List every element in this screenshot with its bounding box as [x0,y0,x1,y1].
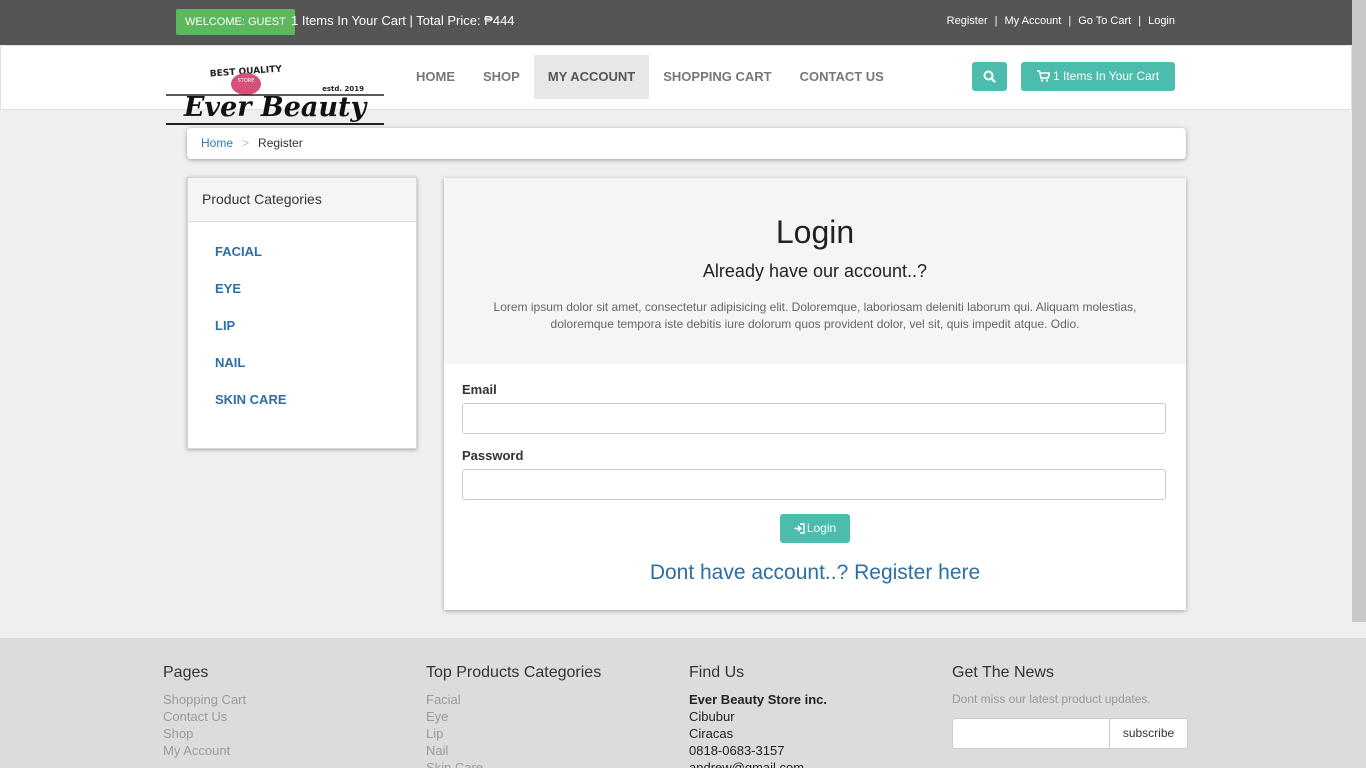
subscribe-row: subscribe [952,718,1188,749]
footer-link-shop[interactable]: Shop [163,725,246,742]
login-card: Login Already have our account..? Lorem … [444,178,1186,610]
panel-title: Product Categories [188,178,416,222]
separator: | [1138,15,1142,27]
register-link[interactable]: Dont have account..? Register here [462,560,1168,586]
footer-category-eye[interactable]: Eye [426,708,601,725]
sign-in-icon [794,523,805,534]
top-links: Register | My Account | Go To Cart | Login [947,14,1175,28]
top-link-go-to-cart[interactable]: Go To Cart [1078,15,1131,27]
shopping-cart-icon [1036,70,1051,82]
footer-link-contact-us[interactable]: Contact Us [163,708,246,725]
separator: | [1068,15,1072,27]
login-title: Login [775,214,855,250]
footer-category-lip[interactable]: Lip [426,725,601,742]
breadcrumb-current: Register [258,136,303,150]
category-eye[interactable]: EYE [215,270,416,307]
login-button[interactable]: Login [780,514,850,543]
nav-my-account[interactable]: MY ACCOUNT [533,55,650,99]
footer-find-us-title: Find Us [689,664,745,681]
search-icon [983,70,996,83]
category-skin-care[interactable]: SKIN CARE [215,381,416,418]
footer-link-shopping-cart[interactable]: Shopping Cart [163,691,246,708]
footer-address-line: Ciracas [689,726,734,741]
top-link-register[interactable]: Register [947,15,988,27]
nav-home[interactable]: HOME [402,55,469,99]
password-label: Password [462,448,524,463]
category-nail[interactable]: NAIL [215,344,416,381]
password-field[interactable] [462,469,1166,500]
top-bar: WELCOME: GUEST 1 Items In Your Cart | To… [0,0,1352,45]
breadcrumb: Home > Register [187,128,1186,159]
footer-newsletter: Get The News Dont miss our latest produc… [952,664,1188,749]
subscribe-button[interactable]: subscribe [1109,718,1188,749]
nav-shop[interactable]: SHOP [469,55,534,99]
footer-category-skin-care[interactable]: Skin Care [426,759,601,768]
welcome-badge: WELCOME: GUEST [176,9,295,35]
login-form: Email Password Login Dont have account..… [444,382,1186,586]
nav-shopping-cart[interactable]: SHOPPING CART [649,55,785,99]
footer-find-us: Find Us Ever Beauty Store inc. Cibubur C… [689,664,827,768]
footer-categories: Top Products Categories Facial Eye Lip N… [426,664,601,768]
footer-pages-title: Pages [163,664,209,681]
footer-phone: 0818-0683-3157 [689,743,785,758]
footer-news-title: Get The News [952,664,1054,681]
top-link-login[interactable]: Login [1148,15,1175,27]
store-logo[interactable]: BEST QUALITY STORE estd. 2019 Ever Beaut… [166,60,384,128]
logo-name: Ever Beauty [183,92,369,123]
cart-summary: 1 Items In Your Cart | Total Price: ₱444 [291,13,515,28]
footer-news-note: Dont miss our latest product updates. [952,692,1151,706]
nav-contact-us[interactable]: CONTACT US [786,55,898,99]
footer-pages: Pages Shopping Cart Contact Us Shop My A… [163,664,246,759]
footer-email: andrew@gmail.com [689,760,805,768]
breadcrumb-separator: > [242,136,250,150]
footer-address-line: Cibubur [689,709,735,724]
category-facial[interactable]: FACIAL [215,233,416,270]
login-description: Lorem ipsum dolor sit amet, consectetur … [493,300,1137,331]
footer-category-facial[interactable]: Facial [426,691,601,708]
product-categories-panel: Product Categories FACIAL EYE LIP NAIL S… [187,177,417,449]
login-button-label: Login [806,521,837,535]
category-lip[interactable]: LIP [215,307,416,344]
email-field[interactable] [462,403,1166,434]
footer-link-my-account[interactable]: My Account [163,742,246,759]
footer-company-name: Ever Beauty Store inc. [689,692,827,707]
logo-store-text: STORE [238,78,255,84]
newsletter-email-input[interactable] [952,718,1109,749]
category-list: FACIAL EYE LIP NAIL SKIN CARE [188,222,416,418]
footer-categories-title: Top Products Categories [426,664,602,681]
breadcrumb-home[interactable]: Home [201,136,233,150]
separator: | [994,15,998,27]
main-nav: HOME SHOP MY ACCOUNT SHOPPING CART CONTA… [402,55,898,99]
top-link-my-account[interactable]: My Account [1005,15,1062,27]
login-subtitle: Already have our account..? [702,261,928,281]
search-button[interactable] [972,62,1007,91]
page-scrollbar[interactable] [1352,0,1366,622]
footer-category-nail[interactable]: Nail [426,742,601,759]
login-header: Login Already have our account..? Lorem … [444,178,1186,364]
cart-button-label: 1 Items In Your Cart [1052,69,1160,83]
cart-button[interactable]: 1 Items In Your Cart [1021,62,1175,91]
email-label: Email [462,382,497,397]
